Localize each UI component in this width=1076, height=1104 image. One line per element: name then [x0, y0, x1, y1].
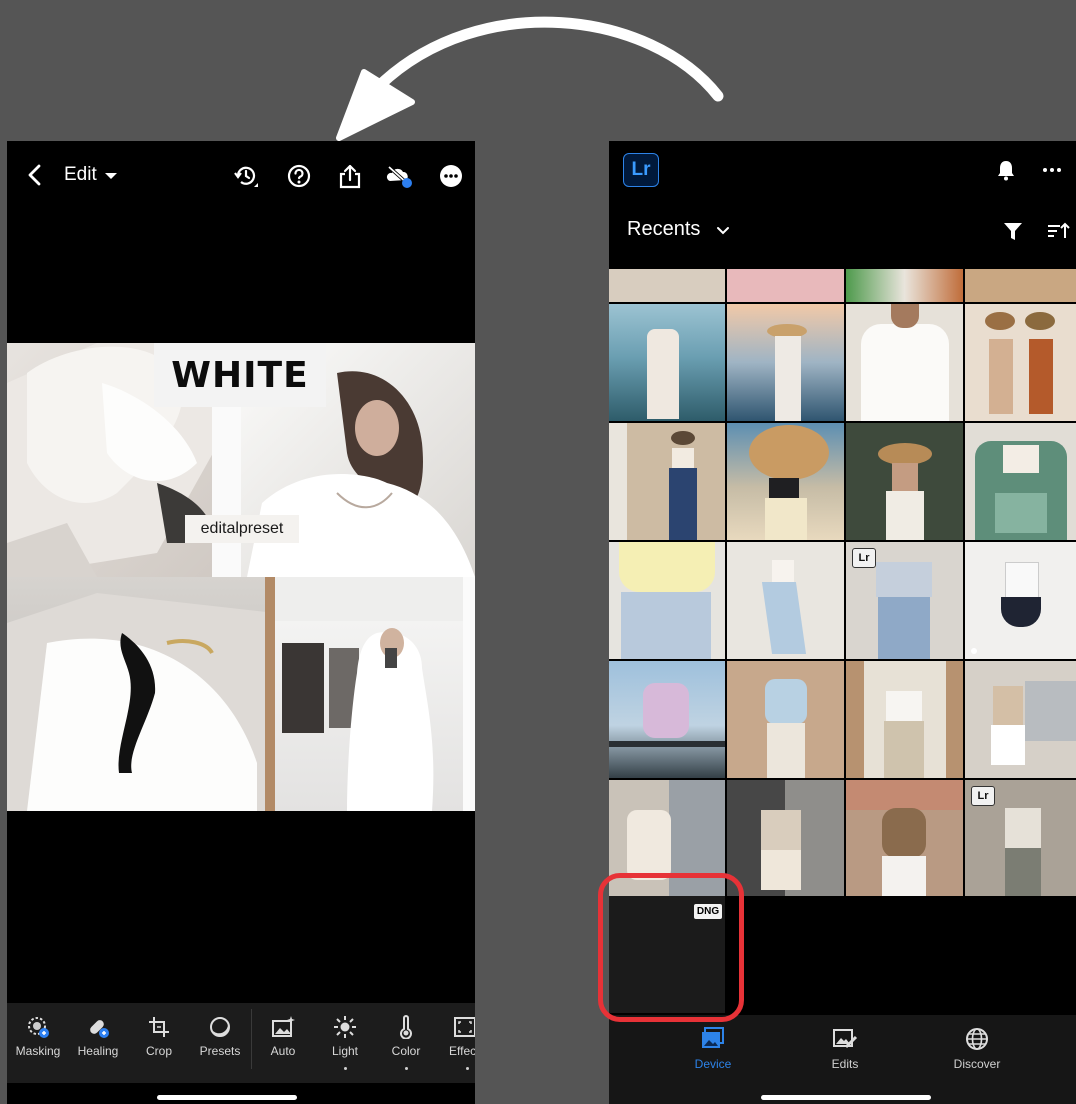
crop-icon	[149, 1017, 169, 1037]
adjusted-indicator	[344, 1067, 347, 1070]
more-icon[interactable]	[1041, 159, 1063, 181]
photo-thumbnail[interactable]	[846, 780, 963, 896]
home-indicator	[761, 1095, 931, 1100]
tool-masking[interactable]: Masking	[7, 1015, 69, 1075]
tool-presets[interactable]: Presets	[189, 1015, 251, 1075]
nav-edits[interactable]: Edits	[800, 1027, 890, 1071]
tool-label: Light	[331, 1044, 359, 1058]
photo-thumbnail[interactable]	[727, 269, 844, 302]
overlay-caption: editalpreset	[200, 520, 284, 537]
edits-icon	[833, 1029, 858, 1049]
tool-label: Presets	[199, 1044, 241, 1058]
nav-label: Device	[694, 1057, 732, 1071]
photo-grid: Lr Lr	[609, 269, 1076, 896]
photo-thumbnail[interactable]	[727, 780, 844, 896]
photo-thumbnail[interactable]	[609, 304, 725, 421]
chevron-left-icon[interactable]	[23, 163, 47, 187]
presets-icon	[210, 1017, 230, 1037]
tool-effects[interactable]: Effec	[437, 1015, 475, 1075]
nav-device[interactable]: Device	[668, 1027, 758, 1071]
highlight-ring	[598, 873, 744, 1022]
tool-label: Healing	[77, 1044, 119, 1058]
sort-icon[interactable]	[1046, 221, 1070, 241]
photo-thumbnail[interactable]	[965, 542, 1076, 659]
nav-discover[interactable]: Discover	[932, 1027, 1022, 1071]
more-icon[interactable]	[438, 163, 464, 189]
photo-thumbnail[interactable]	[965, 304, 1076, 421]
tool-light[interactable]: Light	[314, 1015, 376, 1075]
chevron-down-icon[interactable]	[715, 223, 731, 239]
cloud-sync-icon[interactable]	[386, 163, 412, 189]
photo-thumbnail[interactable]	[846, 304, 963, 421]
adjusted-indicator	[405, 1067, 408, 1070]
photo-thumbnail[interactable]	[846, 423, 963, 540]
photo-thumbnail[interactable]	[965, 423, 1076, 540]
share-icon[interactable]	[337, 163, 363, 189]
healing-icon	[90, 1020, 109, 1038]
help-icon[interactable]	[286, 163, 312, 189]
tool-label: Masking	[15, 1044, 61, 1058]
photo-thumbnail[interactable]: Lr	[846, 542, 963, 659]
caret-down-icon[interactable]	[105, 173, 117, 179]
curved-arrow	[336, 16, 724, 141]
photo-thumbnail[interactable]	[727, 304, 844, 421]
bell-icon[interactable]	[995, 159, 1017, 181]
device-icon	[702, 1027, 724, 1048]
nav-label: Discover	[953, 1057, 1001, 1071]
photo-thumbnail[interactable]	[846, 269, 963, 302]
photo-thumbnail[interactable]	[609, 542, 725, 659]
overlay-title: WHITE	[171, 355, 309, 396]
lr-badge: Lr	[971, 786, 995, 806]
photo-thumbnail[interactable]	[846, 661, 963, 778]
tool-color[interactable]: Color	[375, 1015, 437, 1075]
photo-thumbnail[interactable]	[609, 661, 725, 778]
edit-menu-label[interactable]: Edit	[64, 164, 97, 186]
tool-label: Effec	[449, 1044, 475, 1058]
discover-icon	[966, 1028, 988, 1050]
photo-thumbnail[interactable]	[609, 269, 725, 302]
app-logo[interactable]: Lr	[623, 153, 659, 187]
tool-auto[interactable]: Auto	[252, 1015, 314, 1075]
effects-icon	[454, 1017, 475, 1037]
auto-icon	[272, 1016, 295, 1037]
album-title[interactable]: Recents	[627, 218, 700, 241]
adjusted-indicator	[466, 1067, 469, 1070]
lr-badge: Lr	[852, 548, 876, 568]
photo-thumbnail[interactable]	[727, 423, 844, 540]
collage-image	[7, 343, 475, 811]
status-dot	[971, 648, 977, 654]
edit-top-bar: Edit	[7, 141, 475, 211]
lightroom-edit-screen: Edit WHITE editalpreset Masking Healing …	[7, 141, 475, 1104]
tool-label: Color	[391, 1044, 421, 1058]
masking-icon	[28, 1017, 49, 1038]
photo-thumbnail[interactable]	[727, 661, 844, 778]
photo-thumbnail[interactable]	[965, 269, 1076, 302]
filter-icon[interactable]	[1002, 220, 1024, 242]
tool-label: Auto	[270, 1044, 296, 1058]
tool-crop[interactable]: Crop	[128, 1015, 190, 1075]
photo-thumbnail[interactable]	[609, 423, 725, 540]
tool-label: Crop	[145, 1044, 172, 1058]
photo-thumbnail[interactable]: Lr	[965, 780, 1076, 896]
photo-thumbnail[interactable]	[965, 661, 1076, 778]
color-icon	[400, 1015, 412, 1039]
history-icon[interactable]	[233, 163, 259, 189]
nav-label: Edits	[831, 1057, 859, 1071]
home-indicator	[157, 1095, 297, 1100]
light-icon	[334, 1016, 356, 1038]
photo-thumbnail[interactable]	[727, 542, 844, 659]
edited-photo[interactable]	[7, 343, 475, 811]
tool-healing[interactable]: Healing	[67, 1015, 129, 1075]
